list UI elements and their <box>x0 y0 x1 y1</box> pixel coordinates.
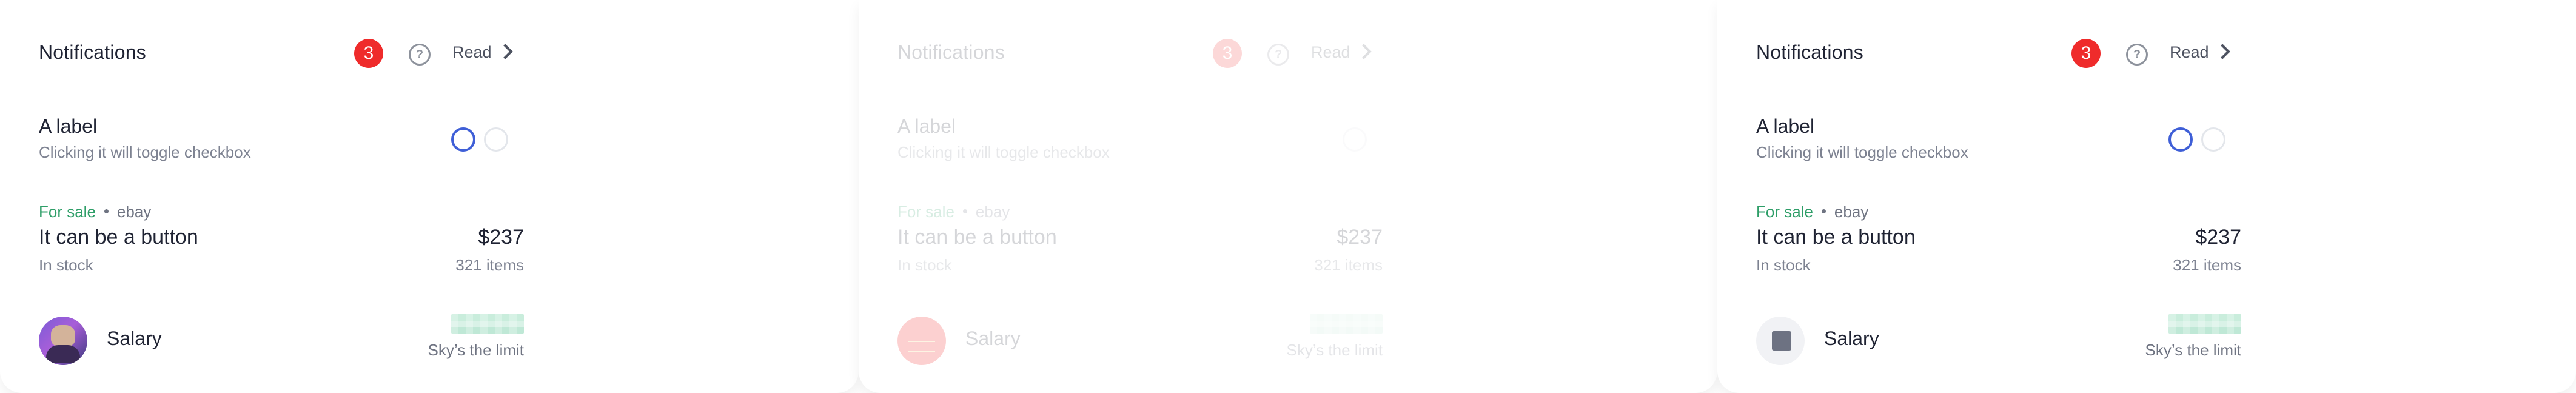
item-price: $237 <box>1337 226 1383 249</box>
help-icon[interactable]: ? <box>409 44 431 66</box>
item-stock: In stock <box>1756 256 1811 274</box>
checkbox-description: Clicking it will toggle checkbox <box>39 143 251 161</box>
checkbox-description: Clicking it will toggle checkbox <box>897 143 1110 161</box>
chevron-right-icon[interactable] <box>500 42 509 63</box>
radio-selected[interactable] <box>2168 127 2193 152</box>
avatar <box>897 317 946 365</box>
sparkline-chart <box>451 314 524 334</box>
salary-limit: Sky’s the limit <box>428 341 524 359</box>
meta-separator-icon <box>104 209 109 214</box>
panel-content: Notifications 3 ? Read A label Clicking … <box>1756 0 2241 393</box>
chevron-right-icon[interactable] <box>2217 42 2227 63</box>
notification-count-badge: 3 <box>2071 39 2101 68</box>
item-count: 321 items <box>2173 256 2241 274</box>
item-count: 321 items <box>1314 256 1383 274</box>
salary-limit: Sky’s the limit <box>1286 341 1383 359</box>
screen: Notifications 3 ? Read A label Clicking … <box>0 0 2576 393</box>
item-title: It can be a button <box>39 226 198 249</box>
item-meta: For sale ebay <box>39 203 151 221</box>
panel-header: Notifications 3 ? Read <box>1756 39 2241 68</box>
item-row[interactable]: For sale ebay It can be a button In stock… <box>1756 203 2241 281</box>
item-source: ebay <box>1834 203 1869 221</box>
radio-unselected[interactable] <box>2201 127 2225 152</box>
panel-header: Notifications 3 ? Read <box>39 39 524 68</box>
salary-row[interactable]: Salary Sky’s the limit <box>1756 314 2241 365</box>
notification-count-badge: 3 <box>354 39 383 68</box>
sparkline-chart <box>1310 314 1383 334</box>
meta-separator-icon <box>962 209 967 214</box>
item-status: For sale <box>1756 203 1813 221</box>
checkbox-description: Clicking it will toggle checkbox <box>1756 143 1968 161</box>
checkbox-label: A label <box>897 115 956 137</box>
avatar <box>1756 317 1805 365</box>
radio-selected[interactable] <box>451 127 475 152</box>
read-link: Read <box>1311 43 1350 61</box>
read-link[interactable]: Read <box>2170 43 2209 62</box>
salary-label: Salary <box>965 328 1021 349</box>
item-stock: In stock <box>39 256 93 274</box>
checkbox-label: A label <box>1756 115 1815 137</box>
radio-unselected[interactable] <box>484 127 508 152</box>
page-title: Notifications <box>39 41 146 63</box>
item-price: $237 <box>2195 226 2241 249</box>
item-meta: For sale ebay <box>1756 203 1868 221</box>
help-icon: ? <box>1267 44 1289 66</box>
item-source: ebay <box>116 203 152 221</box>
item-count: 321 items <box>455 256 524 274</box>
item-status: For sale <box>39 203 96 221</box>
salary-row[interactable]: Salary Sky’s the limit <box>39 314 524 365</box>
checkbox-row: A label Clicking it will toggle checkbox <box>897 115 1383 170</box>
salary-limit: Sky’s the limit <box>2145 341 2241 359</box>
item-row[interactable]: For sale ebay It can be a button In stock… <box>39 203 524 281</box>
salary-row: Salary Sky’s the limit <box>897 314 1383 365</box>
item-price: $237 <box>478 226 524 249</box>
checkbox-label: A label <box>39 115 98 137</box>
item-title: It can be a button <box>897 226 1057 249</box>
item-meta: For sale ebay <box>897 203 1010 221</box>
meta-separator-icon <box>1821 209 1826 214</box>
item-row: For sale ebay It can be a button In stock… <box>897 203 1383 281</box>
panel-header: Notifications 3 ? Read <box>897 39 1383 68</box>
item-title: It can be a button <box>1756 226 1916 249</box>
checkbox-row[interactable]: A label Clicking it will toggle checkbox <box>39 115 524 170</box>
notifications-panel-default: Notifications 3 ? Read A label Clicking … <box>0 0 859 393</box>
notifications-panel-alt: Notifications 3 ? Read A label Clicking … <box>1717 0 2576 393</box>
notifications-panel-disabled: Notifications 3 ? Read A label Clicking … <box>859 0 1717 393</box>
salary-label: Salary <box>1824 328 1879 349</box>
notification-count-badge: 3 <box>1213 39 1242 68</box>
sparkline-chart <box>2168 314 2241 334</box>
panel-content: Notifications 3 ? Read A label Clicking … <box>39 0 524 393</box>
checkbox-row[interactable]: A label Clicking it will toggle checkbox <box>1756 115 2241 170</box>
read-link[interactable]: Read <box>452 43 492 62</box>
avatar <box>39 317 87 365</box>
salary-label: Salary <box>107 328 162 349</box>
page-title: Notifications <box>897 41 1005 63</box>
item-stock: In stock <box>897 256 952 274</box>
item-source: ebay <box>975 203 1010 221</box>
panel-content: Notifications 3 ? Read A label Clicking … <box>897 0 1383 393</box>
radio-unselected <box>1343 127 1367 152</box>
item-status: For sale <box>897 203 954 221</box>
help-icon[interactable]: ? <box>2126 44 2148 66</box>
page-title: Notifications <box>1756 41 1863 63</box>
chevron-right-icon <box>1358 42 1368 63</box>
